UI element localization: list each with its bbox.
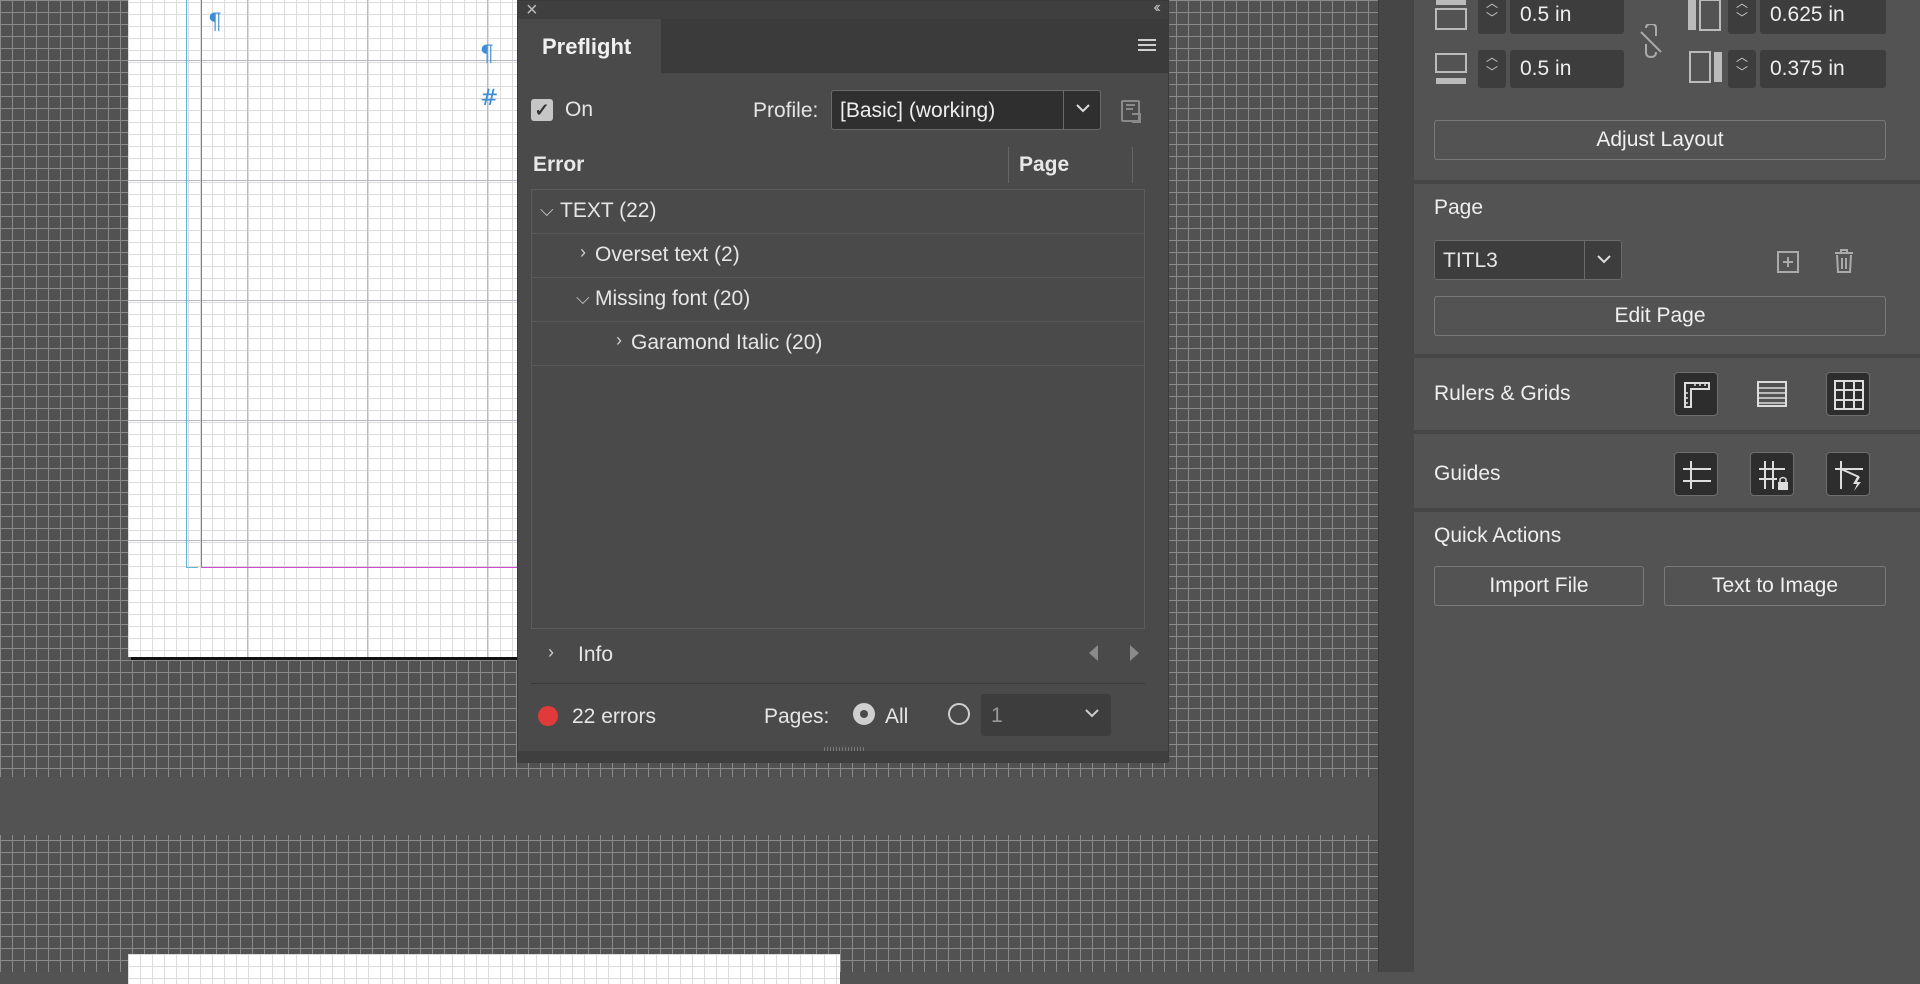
preflight-panel: × ‹‹ Preflight ✓ On Profile: [Basic] (wo… xyxy=(517,0,1169,763)
import-file-button[interactable]: Import File xyxy=(1434,566,1644,606)
error-count[interactable]: 22 errors xyxy=(572,705,656,729)
panel-dock-gutter xyxy=(1378,0,1414,972)
pasteboard-gap xyxy=(0,777,1378,835)
properties-panel: ︿ ﹀ 0.5 in ︿ ﹀ 0.5 in ︿ ﹀ 0.625 in ︿ ﹀ 0.375… xyxy=(1414,0,1920,972)
margin-outside-icon xyxy=(1689,51,1722,83)
margin-bottom-field[interactable]: 0.5 in xyxy=(1510,50,1624,88)
pages-range-dropdown[interactable]: 1 xyxy=(981,694,1111,736)
pages-all-radio[interactable] xyxy=(853,703,875,725)
tree-row-label: TEXT (22) xyxy=(560,199,657,222)
document-page[interactable]: 2025 ¶ ¶ # xyxy=(128,0,531,657)
document-page-next[interactable] xyxy=(128,954,840,984)
margin-outside-stepper[interactable]: ︿ ﹀ xyxy=(1728,50,1756,88)
info-section[interactable]: › Info xyxy=(518,633,1168,677)
chevron-down-icon[interactable]: ⌵ xyxy=(576,288,590,309)
margin-guide xyxy=(201,0,202,568)
tree-row-label: Garamond Italic (20) xyxy=(631,331,823,354)
column-error[interactable]: Error xyxy=(533,153,584,177)
tree-row[interactable]: › Overset text (2) xyxy=(532,234,1144,278)
margin-inside-field[interactable]: 0.625 in xyxy=(1760,0,1886,34)
status-indicator xyxy=(538,706,558,726)
margin-top-field[interactable]: 0.5 in xyxy=(1510,0,1624,34)
smart-guides-button[interactable] xyxy=(1826,452,1870,496)
preflight-on-checkbox[interactable]: ✓ xyxy=(531,99,553,121)
margin-inside-icon xyxy=(1688,0,1721,31)
year-text: 2025 xyxy=(458,0,502,4)
margin-bottom-icon xyxy=(1435,53,1467,84)
panel-menu-icon[interactable] xyxy=(1138,39,1156,54)
error-tree: ⌵ TEXT (22) › Overset text (2) ⌵ Missing… xyxy=(531,189,1145,629)
text-to-image-button[interactable]: Text to Image xyxy=(1664,566,1886,606)
margin-top-stepper[interactable]: ︿ ﹀ xyxy=(1478,0,1506,34)
document-grid-icon xyxy=(1834,380,1864,410)
column-page[interactable]: Page xyxy=(1019,153,1069,177)
rulers-toggle-button[interactable] xyxy=(1674,372,1718,416)
chevron-right-icon[interactable]: › xyxy=(580,242,586,263)
rulers-grids-title: Rulers & Grids xyxy=(1434,382,1571,405)
ruler-icon xyxy=(1684,382,1710,408)
profile-label: Profile: xyxy=(753,99,819,122)
next-icon[interactable] xyxy=(1130,645,1139,661)
guides-title: Guides xyxy=(1434,462,1501,485)
page-section-title: Page xyxy=(1434,196,1484,219)
chevron-right-icon[interactable]: › xyxy=(548,642,554,663)
page-value: TITL3 xyxy=(1443,249,1498,272)
adjust-layout-button[interactable]: Adjust Layout xyxy=(1434,120,1886,160)
collapse-icon[interactable]: ‹‹ xyxy=(1153,0,1160,17)
tree-row-label: Missing font (20) xyxy=(595,287,751,310)
show-guides-button[interactable] xyxy=(1674,452,1718,496)
chevron-down-icon xyxy=(1597,255,1611,264)
unlink-icon[interactable] xyxy=(1638,24,1664,58)
chevron-down-icon xyxy=(1076,104,1090,113)
smart-guides-icon xyxy=(1835,461,1863,491)
pages-all-label: All xyxy=(885,705,909,728)
tree-row[interactable]: › Garamond Italic (20) xyxy=(532,322,1144,366)
panel-titlebar[interactable]: × ‹‹ xyxy=(518,0,1168,21)
tree-row-label: Overset text (2) xyxy=(595,243,740,266)
baseline-grid-button[interactable] xyxy=(1750,372,1794,416)
guides-icon xyxy=(1683,461,1711,489)
margin-outside-field[interactable]: 0.375 in xyxy=(1760,50,1886,88)
margin-bottom-stepper[interactable]: ︿ ﹀ xyxy=(1478,50,1506,88)
margin-inside-stepper[interactable]: ︿ ﹀ xyxy=(1728,0,1756,34)
info-label: Info xyxy=(578,643,614,666)
pages-range-value: 1 xyxy=(991,704,1003,727)
add-page-icon[interactable] xyxy=(1776,250,1800,274)
bleed-guide-bottom xyxy=(186,567,198,568)
margin-top-icon xyxy=(1435,0,1467,30)
profile-value: [Basic] (working) xyxy=(840,99,996,122)
chevron-down-icon[interactable]: ⌵ xyxy=(540,200,554,221)
lock-guides-icon xyxy=(1759,461,1788,490)
edit-page-button[interactable]: Edit Page xyxy=(1434,296,1886,336)
pages-label: Pages: xyxy=(764,705,830,728)
paragraph-mark: ¶ xyxy=(208,10,222,35)
panel-tabbar: Preflight xyxy=(518,19,1168,75)
pages-range-radio[interactable] xyxy=(948,703,970,725)
baseline-grid-icon xyxy=(1757,381,1787,407)
delete-page-icon[interactable] xyxy=(1832,248,1856,274)
document-grid-button[interactable] xyxy=(1826,372,1870,416)
tree-row[interactable]: ⌵ TEXT (22) xyxy=(532,190,1144,234)
lock-guides-button[interactable] xyxy=(1750,452,1794,496)
previous-icon[interactable] xyxy=(1089,645,1098,661)
chevron-right-icon[interactable]: › xyxy=(616,330,622,351)
page-dropdown[interactable]: TITL3 xyxy=(1434,240,1622,280)
tree-row[interactable]: ⌵ Missing font (20) xyxy=(532,278,1144,322)
define-profiles-icon[interactable] xyxy=(1116,96,1146,126)
bleed-guide xyxy=(186,0,187,568)
profile-dropdown[interactable]: [Basic] (working) xyxy=(831,90,1101,130)
quick-actions-title: Quick Actions xyxy=(1434,524,1562,547)
on-label: On xyxy=(565,98,594,121)
tab-preflight[interactable]: Preflight xyxy=(518,19,661,75)
chevron-down-icon xyxy=(1085,709,1099,718)
margin-guide-bottom xyxy=(201,567,531,568)
paragraph-mark: ¶ xyxy=(480,42,494,67)
end-of-story-mark: # xyxy=(480,86,499,111)
